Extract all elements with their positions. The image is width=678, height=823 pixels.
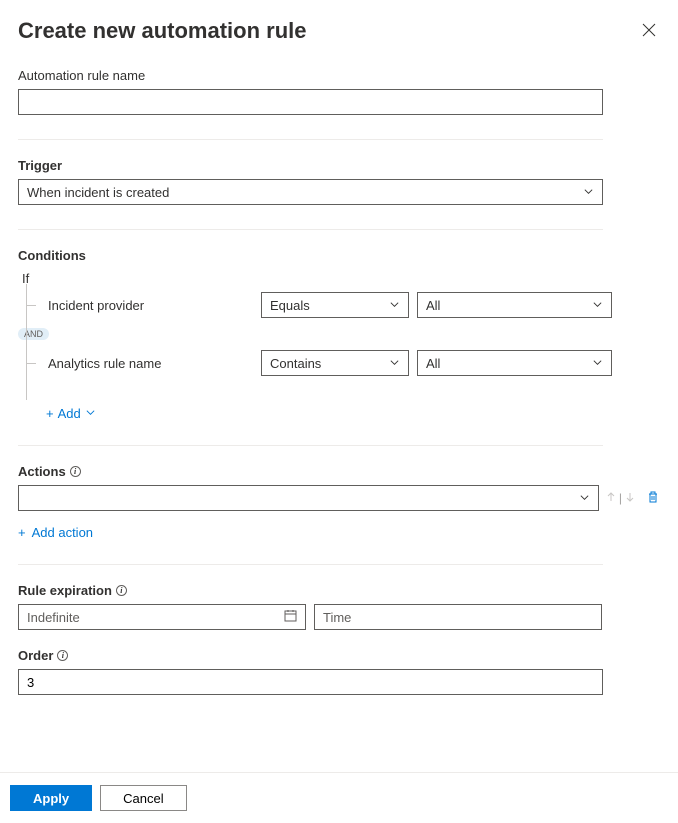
order-label: Order i bbox=[18, 648, 660, 663]
condition-row: Analytics rule name Contains All bbox=[18, 350, 660, 376]
chevron-down-icon bbox=[579, 491, 590, 506]
trigger-label: Trigger bbox=[18, 158, 660, 173]
expiration-time-value: Time bbox=[323, 610, 351, 625]
condition-row: Incident provider Equals All bbox=[18, 292, 660, 318]
plus-icon: + bbox=[46, 406, 54, 421]
if-label: If bbox=[22, 271, 660, 286]
condition-field-label: Incident provider bbox=[46, 298, 261, 313]
apply-button[interactable]: Apply bbox=[10, 785, 92, 811]
add-action-label: Add action bbox=[32, 525, 93, 540]
expiration-date-input[interactable]: Indefinite bbox=[18, 604, 306, 630]
expiration-time-input[interactable]: Time bbox=[314, 604, 602, 630]
close-button[interactable] bbox=[638, 19, 660, 44]
conditions-label: Conditions bbox=[18, 248, 660, 263]
condition-operator-dropdown[interactable]: Equals bbox=[261, 292, 409, 318]
delete-icon[interactable] bbox=[646, 490, 660, 507]
close-icon bbox=[642, 25, 656, 40]
condition-value-dropdown[interactable]: All bbox=[417, 292, 612, 318]
add-condition-label: Add bbox=[58, 406, 81, 421]
condition-value: All bbox=[426, 298, 440, 313]
condition-value-dropdown[interactable]: All bbox=[417, 350, 612, 376]
page-title: Create new automation rule bbox=[18, 18, 307, 44]
condition-operator-dropdown[interactable]: Contains bbox=[261, 350, 409, 376]
separator: | bbox=[619, 491, 622, 505]
condition-operator-value: Equals bbox=[270, 298, 310, 313]
chevron-down-icon bbox=[592, 356, 603, 371]
action-dropdown[interactable] bbox=[18, 485, 599, 511]
chevron-down-icon bbox=[389, 298, 400, 313]
expiration-label: Rule expiration i bbox=[18, 583, 660, 598]
expiration-date-value: Indefinite bbox=[27, 610, 80, 625]
rule-name-label: Automation rule name bbox=[18, 68, 660, 83]
order-input[interactable] bbox=[18, 669, 603, 695]
info-icon[interactable]: i bbox=[57, 650, 68, 661]
actions-label: Actions i bbox=[18, 464, 660, 479]
condition-value: All bbox=[426, 356, 440, 371]
rule-name-input[interactable] bbox=[18, 89, 603, 115]
cancel-button[interactable]: Cancel bbox=[100, 785, 186, 811]
chevron-down-icon bbox=[85, 406, 96, 421]
info-icon[interactable]: i bbox=[116, 585, 127, 596]
condition-field-label: Analytics rule name bbox=[46, 356, 261, 371]
add-condition-button[interactable]: + Add bbox=[46, 406, 96, 421]
move-up-icon[interactable] bbox=[605, 491, 617, 506]
chevron-down-icon bbox=[389, 356, 400, 371]
calendar-icon bbox=[284, 609, 297, 625]
add-action-button[interactable]: + Add action bbox=[18, 525, 93, 540]
info-icon[interactable]: i bbox=[70, 466, 81, 477]
chevron-down-icon bbox=[583, 185, 594, 200]
chevron-down-icon bbox=[592, 298, 603, 313]
trigger-value: When incident is created bbox=[27, 185, 169, 200]
condition-operator-value: Contains bbox=[270, 356, 321, 371]
plus-icon: + bbox=[18, 525, 26, 540]
move-down-icon[interactable] bbox=[624, 491, 636, 506]
trigger-dropdown[interactable]: When incident is created bbox=[18, 179, 603, 205]
and-badge: AND bbox=[18, 328, 49, 340]
